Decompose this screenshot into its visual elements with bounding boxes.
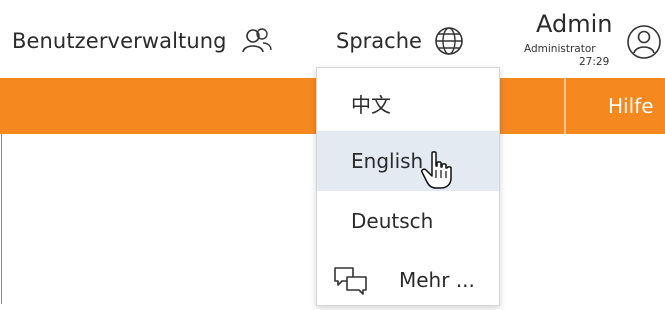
language-option-label: Deutsch: [351, 209, 434, 233]
language-option-label: English: [351, 149, 424, 173]
toolbar-divider: [564, 78, 566, 134]
more-languages-button[interactable]: Mehr ...: [317, 250, 499, 310]
language-option-chinese[interactable]: 中文: [317, 71, 499, 131]
user-circle-icon[interactable]: [626, 22, 662, 62]
user-management-label: Benutzerverwaltung: [12, 29, 227, 53]
account-info: Admin Administrator 27:29: [524, 10, 624, 80]
language-button[interactable]: Sprache: [336, 26, 464, 56]
language-option-label: 中文: [351, 93, 391, 117]
globe-icon: [435, 27, 463, 55]
chat-bubbles-icon: [334, 267, 367, 295]
language-option-english[interactable]: English: [317, 131, 499, 191]
language-dropdown: 中文 English Deutsch Mehr ...: [316, 67, 500, 306]
help-link[interactable]: Hilfe: [608, 94, 654, 118]
admin-role: Administrator: [524, 43, 596, 55]
more-languages-label: Mehr ...: [399, 268, 475, 292]
users-icon: [241, 28, 272, 53]
language-label: Sprache: [336, 29, 422, 53]
user-management-button[interactable]: Benutzerverwaltung: [12, 26, 273, 56]
language-option-german[interactable]: Deutsch: [317, 191, 499, 251]
session-timer: 27:29: [579, 56, 610, 68]
admin-name: Admin: [536, 10, 613, 38]
